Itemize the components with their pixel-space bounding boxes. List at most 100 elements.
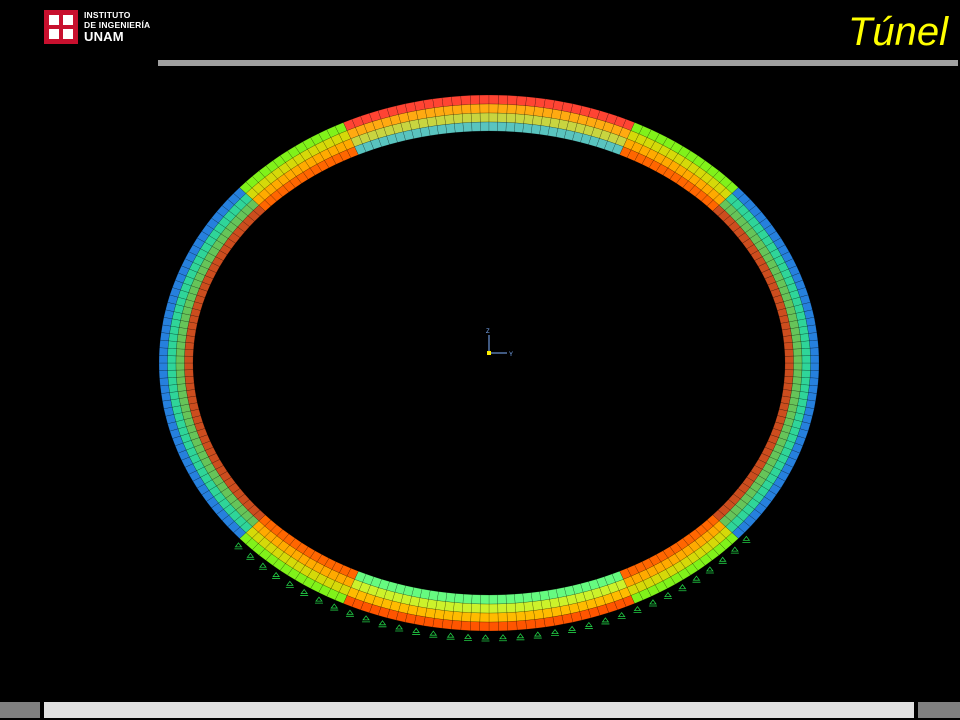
mesh-element [809, 377, 819, 387]
mesh-element [168, 333, 179, 342]
support-marker [345, 609, 354, 617]
mesh-element [801, 347, 811, 357]
support-marker [633, 605, 642, 614]
logo-line-3: UNAM [84, 29, 124, 44]
mesh-element [432, 617, 444, 629]
mesh-element [507, 620, 518, 631]
support-marker [300, 588, 309, 596]
mesh-element [534, 97, 546, 109]
mesh-element [506, 611, 517, 622]
mesh-element [158, 362, 168, 371]
institute-logo: INSTITUTO DE INGENIERÍA UNAM [44, 10, 164, 46]
mesh-element [441, 96, 453, 107]
mesh-element [530, 591, 542, 602]
support-marker [584, 621, 593, 629]
mesh-element [175, 348, 186, 357]
mesh-element [497, 621, 509, 632]
mesh-element [168, 384, 179, 393]
mesh-element [533, 106, 545, 117]
mesh-element [801, 362, 811, 371]
mesh-element [435, 115, 446, 126]
mesh-element [158, 355, 168, 364]
support-marker [285, 580, 294, 588]
support-marker [258, 562, 267, 570]
tunnel-lining-ring [158, 94, 820, 632]
mesh-element [516, 620, 527, 631]
mesh-element [167, 355, 177, 364]
mesh-element [783, 375, 794, 384]
mesh-element [533, 609, 545, 620]
mesh-element [460, 620, 471, 631]
mesh-element [184, 375, 195, 384]
axis-origin [487, 351, 491, 355]
mesh-element [514, 113, 525, 124]
mesh-element [461, 113, 472, 124]
support-marker [481, 634, 490, 642]
mesh-element [415, 108, 428, 120]
mesh-element [470, 603, 481, 614]
mesh-element [158, 370, 169, 379]
footer-segment-middle [44, 702, 914, 718]
mesh-element [532, 115, 543, 126]
mesh-element [550, 606, 563, 618]
mesh-element [461, 611, 472, 622]
mesh-element [462, 593, 473, 604]
mesh-element [480, 121, 490, 132]
mesh-element [453, 602, 464, 613]
mesh-element [176, 376, 186, 385]
support-marker [678, 584, 687, 592]
slide-title: Túnel [847, 10, 948, 54]
support-marker [692, 575, 701, 583]
unam-logo-icon [44, 10, 78, 44]
support-marker [617, 611, 626, 620]
mesh-element [524, 610, 536, 621]
support-marker [412, 627, 421, 635]
mesh-element [792, 376, 802, 385]
mesh-element [534, 617, 546, 629]
mesh-element [522, 592, 533, 603]
mesh-element [452, 104, 463, 115]
mesh-element [444, 601, 455, 612]
mesh-element [479, 94, 490, 105]
mesh-element [426, 116, 438, 128]
mesh-element [445, 592, 456, 603]
mesh-element [514, 593, 524, 604]
fem-viewport[interactable]: Z Y [0, 70, 960, 700]
mesh-element [497, 594, 507, 605]
mesh-element [175, 362, 185, 371]
mesh-element [784, 362, 794, 371]
mesh-element [433, 106, 445, 117]
mesh-element [175, 355, 185, 364]
mesh-element [479, 621, 490, 632]
mesh-element [782, 335, 793, 344]
mesh-element [442, 105, 454, 116]
mesh-element [184, 342, 195, 351]
mesh-element [497, 603, 508, 614]
mesh-element [461, 104, 472, 115]
mesh-element [470, 612, 481, 623]
mesh-element [809, 347, 820, 356]
support-marker [246, 552, 255, 560]
mesh-element [452, 611, 463, 622]
mesh-element [793, 362, 803, 371]
support-marker [533, 631, 542, 639]
support-marker [330, 603, 339, 611]
mesh-element [792, 369, 803, 378]
mesh-element [444, 114, 455, 125]
support-marker [568, 625, 577, 633]
mesh-element [436, 124, 448, 135]
z-axis-label: Z [486, 329, 490, 335]
support-marker [601, 617, 610, 625]
mesh-element [810, 362, 820, 371]
y-axis-label: Y [509, 352, 513, 358]
mesh-element [184, 362, 194, 371]
mesh-element [540, 598, 552, 610]
mesh-element [451, 95, 462, 106]
mesh-element [790, 327, 801, 336]
mesh-element [167, 377, 178, 386]
mesh-element [479, 103, 490, 114]
mesh-element [810, 355, 820, 364]
mesh-element [479, 612, 490, 623]
support-marker [705, 566, 714, 574]
mesh-element [159, 332, 170, 342]
